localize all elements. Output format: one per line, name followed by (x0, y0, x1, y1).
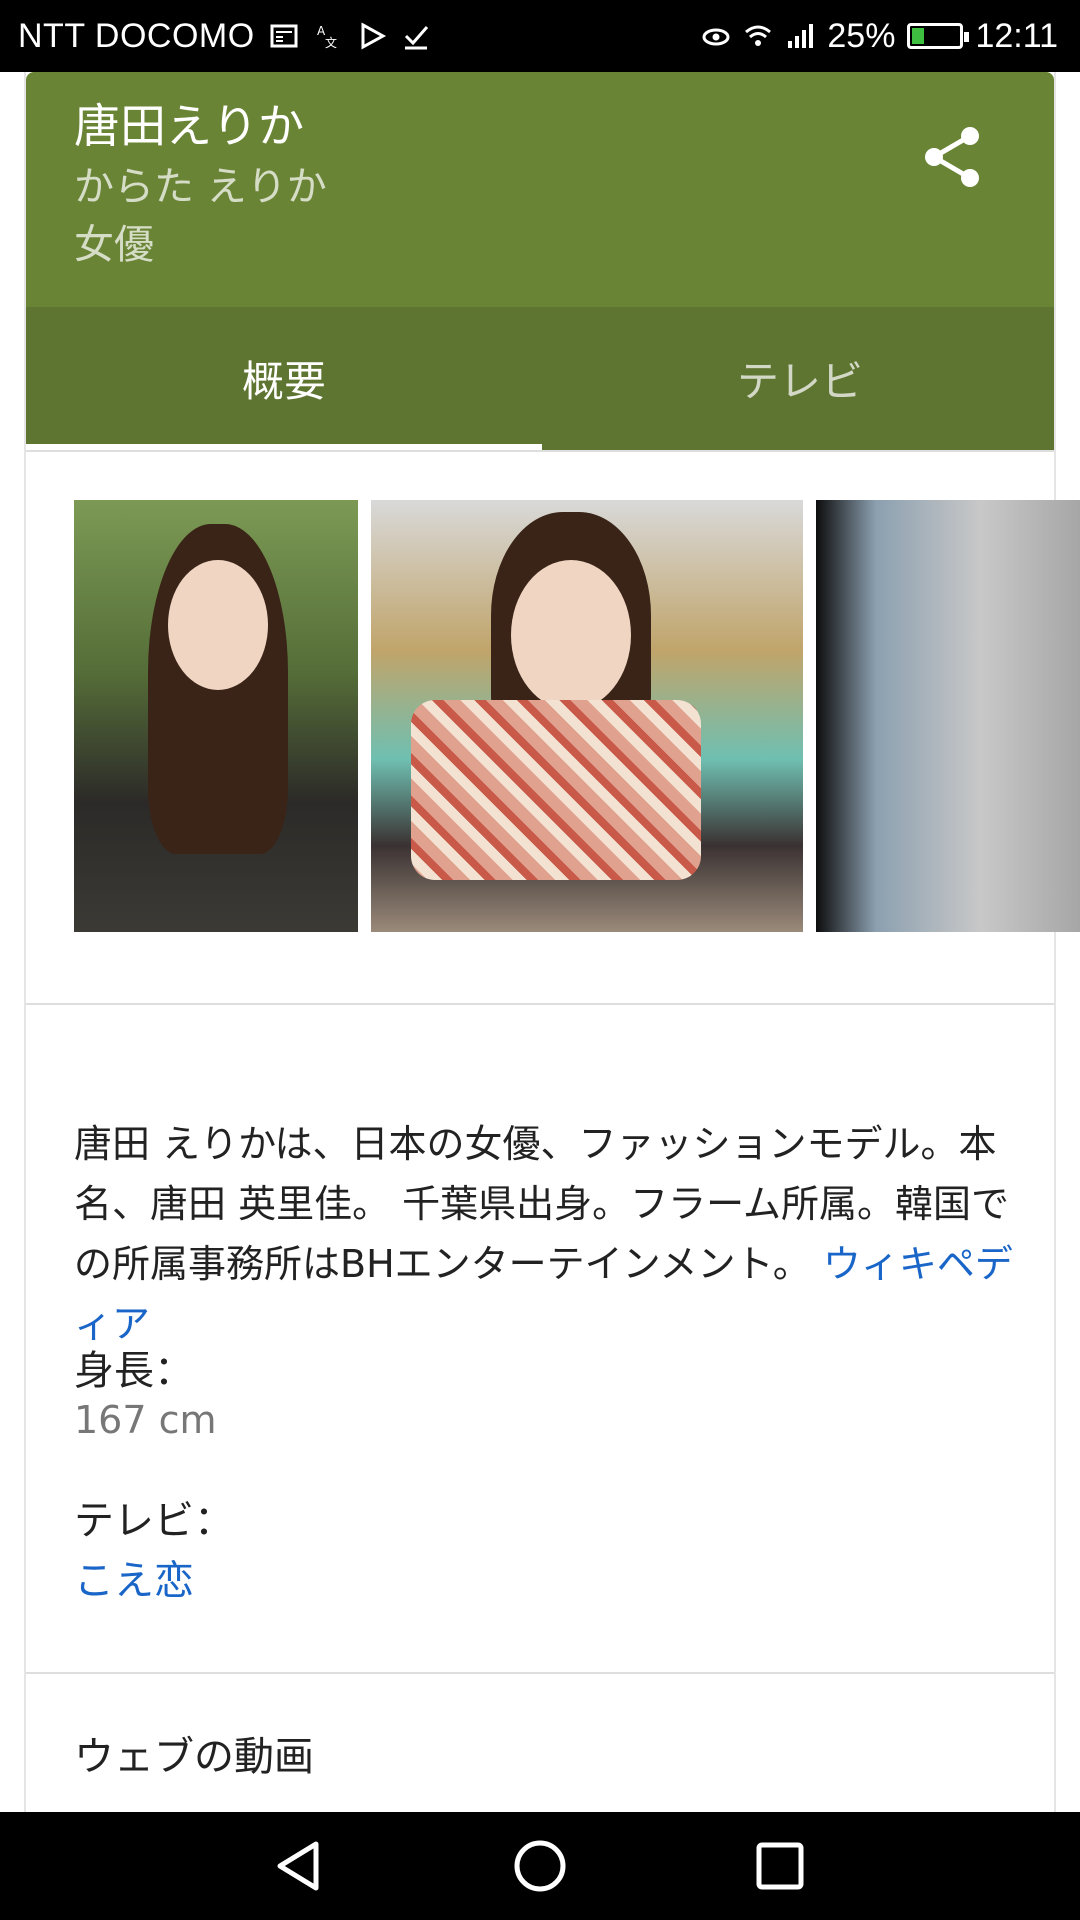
portrait-photo-1[interactable] (74, 500, 358, 932)
divider (26, 1672, 1054, 1674)
news-icon (270, 24, 298, 48)
svg-text:文: 文 (325, 35, 337, 50)
battery-percent: 25% (827, 16, 896, 55)
clock: 12:11 (975, 16, 1058, 55)
check-icon (404, 26, 428, 50)
status-bar-right: 25% 12:11 (701, 17, 1080, 56)
photo-scarf (411, 700, 701, 880)
signal-icon (788, 24, 814, 48)
battery-level (912, 28, 925, 44)
entity-reading: からた えりか (74, 164, 327, 210)
tv-show-link[interactable]: こえ恋 (74, 1548, 194, 1606)
image-carousel[interactable] (74, 500, 1080, 932)
entity-description: 唐田 えりかは、日本の女優、ファッションモデル。本名、唐田 英里佳。 千葉県出身… (74, 1114, 1014, 1354)
photo-face (511, 560, 631, 710)
status-bar: NTT DOCOMO A文 25% 12:11 (0, 0, 1080, 72)
battery-icon (907, 23, 970, 49)
status-bar-left: NTT DOCOMO A文 (0, 17, 431, 56)
web-videos-heading: ウェブの動画 (74, 1734, 314, 1780)
divider (26, 1003, 1054, 1005)
share-icon[interactable] (918, 122, 988, 192)
home-icon[interactable] (510, 1836, 570, 1896)
portrait-photo-2[interactable] (371, 500, 803, 932)
carrier-name: NTT DOCOMO (18, 16, 255, 55)
portrait-photo-3[interactable] (816, 500, 1080, 932)
tab-tv[interactable]: テレビ (542, 307, 1058, 450)
recents-icon[interactable] (750, 1836, 810, 1896)
eye-comfort-icon (702, 28, 730, 46)
panel-header: 唐田えりか からた えりか 女優 (26, 72, 1054, 307)
photo-face (168, 560, 268, 690)
divider (26, 450, 1054, 452)
height-value: 167 cm (74, 1398, 217, 1442)
wifi-icon (745, 25, 772, 46)
height-label: 身長： (74, 1348, 194, 1394)
knowledge-panel-card: 唐田えりか からた えりか 女優 概要 テレビ 唐田 えりかは、日本の女優、ファ… (24, 72, 1080, 1812)
back-icon[interactable] (270, 1836, 330, 1896)
tab-overview[interactable]: 概要 (26, 307, 542, 450)
entity-name: 唐田えりか (74, 99, 304, 153)
entity-occupation: 女優 (74, 222, 154, 268)
navigation-bar (0, 1812, 1080, 1920)
play-store-icon (361, 22, 386, 50)
tv-label: テレビ： (74, 1498, 234, 1544)
panel-tabs: 概要 テレビ (26, 307, 1054, 450)
translate-icon: A文 (317, 24, 337, 50)
